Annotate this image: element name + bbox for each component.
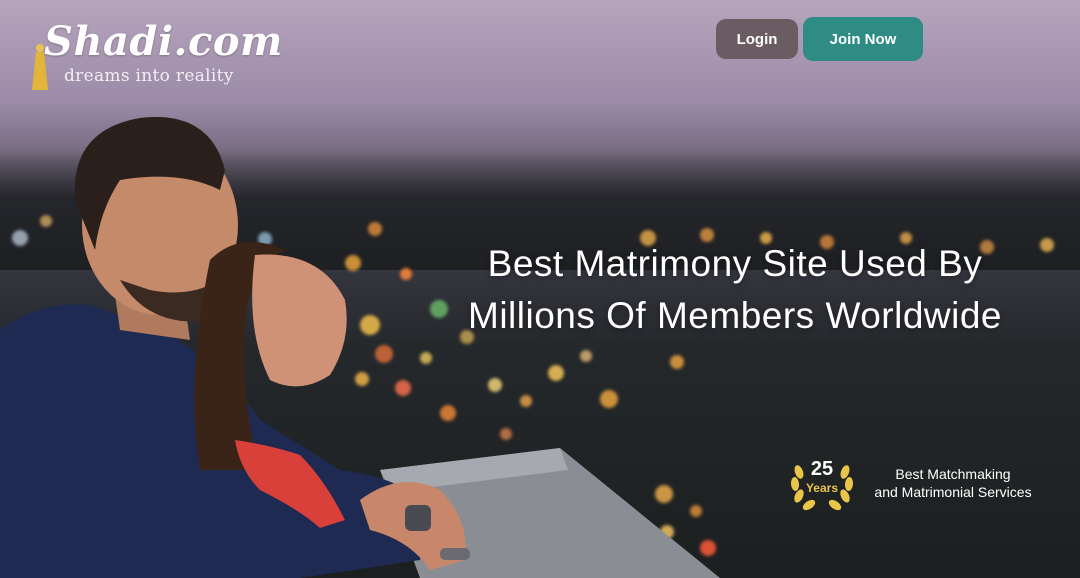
badge-caption-line1: Best Matchmaking	[895, 466, 1011, 482]
hero-headline-line1: Best Matrimony Site Used By	[487, 243, 983, 284]
brand-logo[interactable]: Shadi.com dreams into reality	[30, 18, 282, 98]
hero-section: Shadi.com dreams into reality Login Join…	[0, 0, 1080, 578]
badge-caption: Best Matchmaking and Matrimonial Service…	[858, 465, 1048, 501]
badge-caption-line2: and Matrimonial Services	[874, 484, 1032, 500]
brand-tagline: dreams into reality	[64, 66, 234, 86]
years-badge: 25 Years	[787, 452, 857, 512]
badge-unit: Years	[805, 481, 839, 495]
hero-headline-line2: Millions Of Members Worldwide	[468, 295, 1002, 336]
brand-name: Shadi.com	[44, 18, 283, 65]
join-now-button[interactable]: Join Now	[803, 17, 923, 61]
badge-number: 25	[810, 458, 834, 480]
hero-headline: Best Matrimony Site Used By Millions Of …	[400, 238, 1070, 342]
login-button[interactable]: Login	[716, 19, 798, 59]
